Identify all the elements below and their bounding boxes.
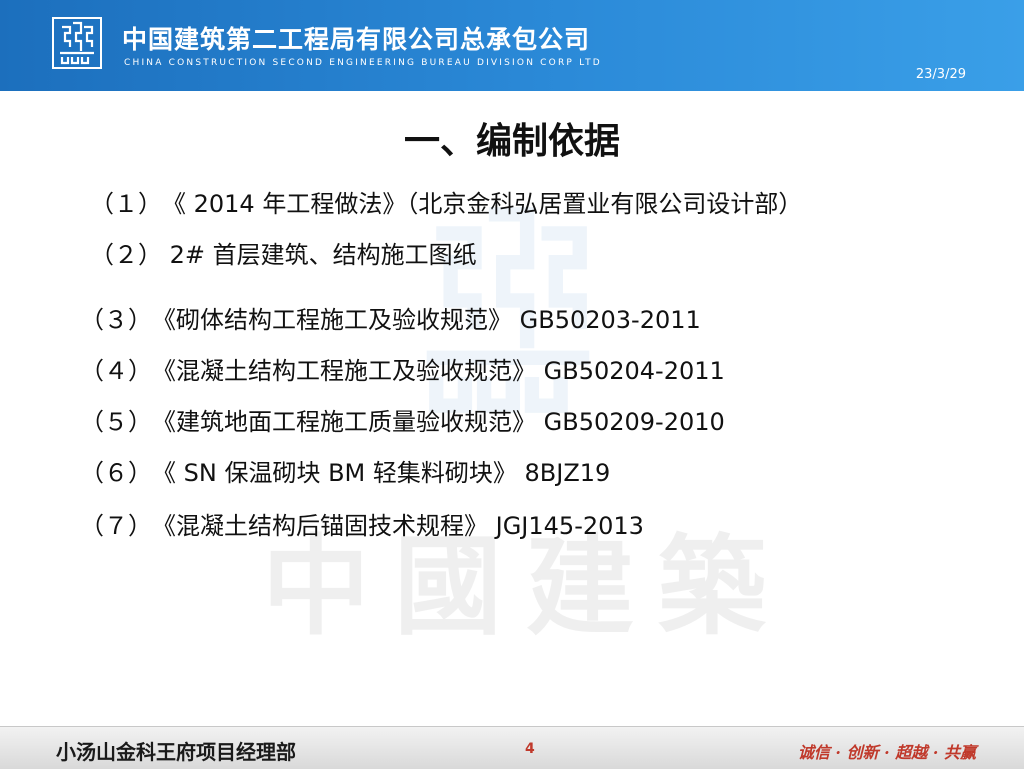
- reference-item: （７）《混凝土结构后锚固技术规程》 JGJ145-2013: [80, 506, 644, 541]
- cscec-logo-icon: [52, 17, 102, 69]
- reference-item: （４）《混凝土结构工程施工及验收规范》 GB50204-2011: [80, 351, 725, 386]
- footer-bar: 小汤山金科王府项目经理部 4 诚信 · 创新 · 超越 · 共赢: [0, 726, 1024, 769]
- company-motto: 诚信 · 创新 · 超越 · 共赢: [797, 743, 976, 762]
- reference-number: （７）: [80, 512, 152, 540]
- project-name: 小汤山金科王府项目经理部: [56, 740, 296, 764]
- header-bar: 中国建筑第二工程局有限公司总承包公司 CHINA CONSTRUCTION SE…: [0, 0, 1024, 91]
- reference-number: （２）: [90, 241, 162, 269]
- reference-text: 《 SN 保温砌块 BM 轻集料砌块》 8BJZ19: [152, 459, 611, 487]
- reference-text: 《砌体结构工程施工及验收规范》 GB50203-2011: [152, 306, 701, 334]
- reference-number: （１）: [90, 190, 162, 218]
- reference-number: （５）: [80, 408, 152, 436]
- reference-number: （６）: [80, 459, 152, 487]
- cscec-logo-graphic: [60, 21, 94, 65]
- reference-number: （３）: [80, 306, 152, 334]
- reference-text: 《混凝土结构工程施工及验收规范》 GB50204-2011: [152, 357, 725, 385]
- company-name-en: CHINA CONSTRUCTION SECOND ENGINEERING BU…: [124, 58, 602, 68]
- reference-item: （６）《 SN 保温砌块 BM 轻集料砌块》 8BJZ19: [80, 453, 610, 488]
- reference-number: （４）: [80, 357, 152, 385]
- company-name-cn: 中国建筑第二工程局有限公司总承包公司: [122, 25, 591, 54]
- page-number: 4: [525, 741, 535, 757]
- reference-item: （３）《砌体结构工程施工及验收规范》 GB50203-2011: [80, 300, 701, 335]
- reference-item: （１）《 2014 年工程做法》（北京金科弘居置业有限公司设计部）: [90, 184, 802, 219]
- slide-title: 一、编制依据: [403, 121, 620, 162]
- reference-text: 2# 首层建筑、结构施工图纸: [162, 241, 477, 269]
- reference-text: 《建筑地面工程施工质量验收规范》 GB50209-2010: [152, 408, 725, 436]
- reference-text: 《混凝土结构后锚固技术规程》 JGJ145-2013: [152, 512, 644, 540]
- reference-text: 《 2014 年工程做法》（北京金科弘居置业有限公司设计部）: [162, 190, 803, 218]
- slide-date: 23/3/29: [915, 67, 966, 82]
- reference-item: （５）《建筑地面工程施工质量验收规范》 GB50209-2010: [80, 402, 725, 437]
- reference-item: （２） 2# 首层建筑、结构施工图纸: [90, 235, 477, 270]
